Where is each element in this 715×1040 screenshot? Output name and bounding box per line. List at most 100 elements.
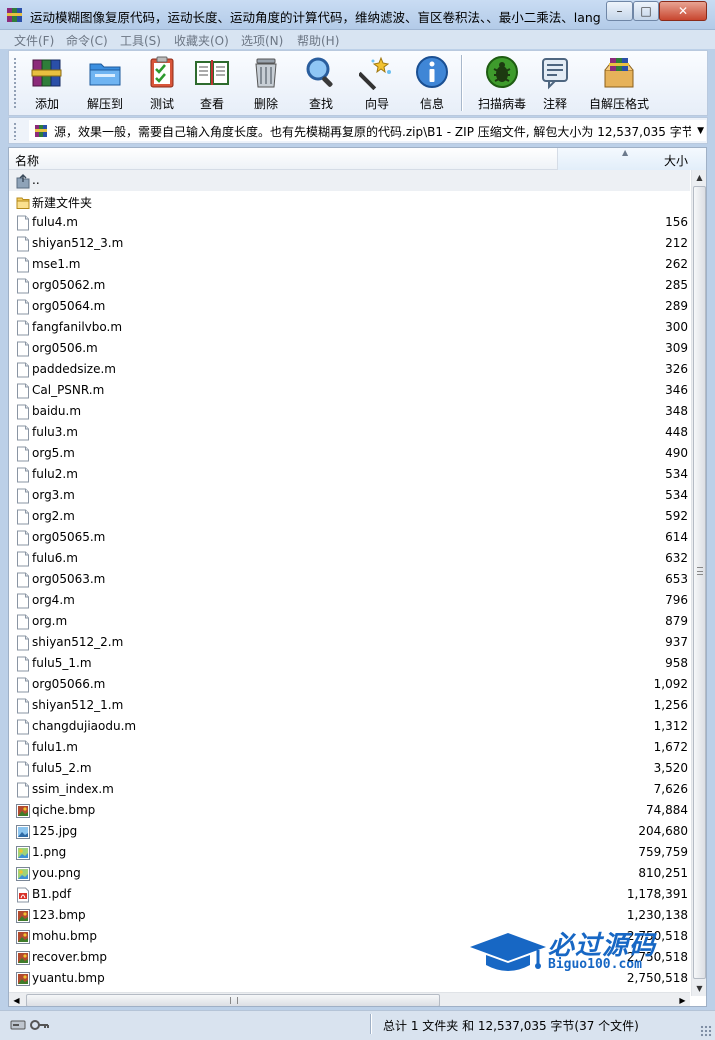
address-dropdown-icon[interactable]: ▼ — [697, 126, 704, 136]
file-row[interactable]: B1.pdf 1,178,391 — [9, 884, 690, 905]
sfx-label: 自解压格式 — [588, 97, 649, 111]
file-row[interactable]: changdujiaodu.m 1,312 — [9, 716, 690, 737]
file-row[interactable]: shiyan512_3.m 212 — [9, 233, 690, 254]
file-row[interactable]: shiyan512_1.m 1,256 — [9, 695, 690, 716]
text-file-icon — [16, 698, 30, 714]
file-row[interactable]: org2.m 592 — [9, 506, 690, 527]
file-row[interactable]: org05063.m 653 — [9, 569, 690, 590]
file-row[interactable]: fangfanilvbo.m 300 — [9, 317, 690, 338]
file-size: 300 — [665, 320, 688, 334]
file-row[interactable]: org05062.m 285 — [9, 275, 690, 296]
horizontal-scrollbar[interactable]: ◀ ▶ — [9, 992, 690, 1006]
drive-key-icon[interactable] — [10, 1019, 50, 1031]
file-row[interactable]: org05065.m 614 — [9, 527, 690, 548]
file-row[interactable]: org3.m 534 — [9, 485, 690, 506]
close-button[interactable]: ✕ — [659, 1, 707, 21]
column-header-name[interactable]: 名称 — [15, 152, 39, 169]
file-row[interactable]: org4.m 796 — [9, 590, 690, 611]
file-row[interactable]: fulu4.m 156 — [9, 212, 690, 233]
parent-folder-row[interactable]: .. — [9, 170, 690, 191]
wizard-button[interactable]: 向导 — [349, 54, 405, 112]
file-row[interactable]: org5.m 490 — [9, 443, 690, 464]
text-file-icon — [16, 236, 30, 252]
file-row[interactable]: Cal_PSNR.m 346 — [9, 380, 690, 401]
vertical-scrollbar[interactable]: ▲ ▼ — [691, 170, 706, 996]
find-button[interactable]: 查找 — [293, 54, 349, 112]
file-row[interactable]: shiyan512_2.m 937 — [9, 632, 690, 653]
resize-grip-icon[interactable] — [700, 1025, 712, 1037]
text-file-icon — [16, 257, 30, 273]
toolbar: 添加 解压到 测试 查看 删除 查找 向导 信息 扫描病毒 注释 自解压格式 — [8, 50, 708, 116]
text-file-icon — [16, 467, 30, 483]
maximize-button[interactable]: □ — [633, 1, 659, 21]
file-row[interactable]: baidu.m 348 — [9, 401, 690, 422]
virus-scan-button[interactable]: 扫描病毒 — [469, 54, 535, 112]
text-file-icon — [16, 320, 30, 336]
file-name: org05066.m — [32, 677, 106, 691]
file-row[interactable]: fulu1.m 1,672 — [9, 737, 690, 758]
checklist-icon — [150, 56, 174, 88]
file-size: 632 — [665, 551, 688, 565]
status-summary: 总计 1 文件夹 和 12,537,035 字节(37 个文件) — [383, 1019, 639, 1033]
file-row[interactable]: fulu3.m 448 — [9, 422, 690, 443]
info-button[interactable]: 信息 — [404, 54, 460, 112]
comment-button[interactable]: 注释 — [527, 54, 583, 112]
scroll-right-icon[interactable]: ▶ — [675, 993, 690, 1006]
file-row[interactable]: org.m 879 — [9, 611, 690, 632]
file-row[interactable]: 1.png 759,759 — [9, 842, 690, 863]
file-size: 1,672 — [653, 740, 688, 754]
test-button[interactable]: 测试 — [134, 54, 190, 112]
menu-file[interactable]: 文件(F) — [14, 32, 54, 49]
horizontal-scroll-thumb[interactable] — [26, 994, 440, 1006]
file-name: qiche.bmp — [32, 803, 96, 817]
minimize-button[interactable]: – — [606, 1, 633, 21]
file-rows: .. 新建文件夹 fulu4.m 156 shiyan512_3.m 212 mse1.m 2… — [9, 170, 690, 989]
file-size: 289 — [665, 299, 688, 313]
file-row[interactable]: fulu2.m 534 — [9, 464, 690, 485]
text-file-icon — [16, 782, 30, 798]
file-row[interactable]: paddedsize.m 326 — [9, 359, 690, 380]
view-button[interactable]: 查看 — [184, 54, 240, 112]
file-name: .. — [32, 173, 40, 187]
file-name: org05062.m — [32, 278, 106, 292]
text-file-icon — [16, 677, 30, 693]
toolbar-grip[interactable] — [13, 57, 17, 109]
file-row[interactable]: ssim_index.m 7,626 — [9, 779, 690, 800]
file-row[interactable]: qiche.bmp 74,884 — [9, 800, 690, 821]
address-bar-grip[interactable] — [13, 122, 17, 140]
column-header-size[interactable]: 大小 — [664, 152, 688, 169]
column-header-size-area[interactable]: ▲ 大小 — [557, 148, 706, 170]
winrar-app-icon[interactable] — [6, 6, 24, 24]
address-field[interactable]: 源，效果一般，需要自己输入角度长度。也有先模糊再复原的代码.zip\B1 - Z… — [29, 120, 706, 141]
menu-options[interactable]: 选项(N) — [241, 32, 283, 49]
folder-row[interactable]: 新建文件夹 — [9, 191, 690, 212]
file-row[interactable]: fulu5_2.m 3,520 — [9, 758, 690, 779]
file-row[interactable]: org05066.m 1,092 — [9, 674, 690, 695]
file-size: 346 — [665, 383, 688, 397]
file-size: 74,884 — [646, 803, 688, 817]
extract-button[interactable]: 解压到 — [77, 54, 133, 112]
file-row[interactable]: org05064.m 289 — [9, 296, 690, 317]
add-button[interactable]: 添加 — [19, 54, 75, 112]
file-row[interactable]: org0506.m 309 — [9, 338, 690, 359]
menu-tools[interactable]: 工具(S) — [120, 32, 161, 49]
scroll-left-icon[interactable]: ◀ — [9, 993, 24, 1006]
file-size: 759,759 — [638, 845, 688, 859]
menu-help[interactable]: 帮助(H) — [297, 32, 339, 49]
scroll-down-icon[interactable]: ▼ — [692, 981, 706, 996]
file-row[interactable]: fulu6.m 632 — [9, 548, 690, 569]
file-row[interactable]: fulu5_1.m 958 — [9, 653, 690, 674]
file-name: 125.jpg — [32, 824, 78, 838]
file-row[interactable]: mse1.m 262 — [9, 254, 690, 275]
vertical-scroll-thumb[interactable] — [693, 186, 706, 979]
folder-icon — [16, 194, 30, 210]
file-name: shiyan512_2.m — [32, 635, 124, 649]
file-row[interactable]: you.png 810,251 — [9, 863, 690, 884]
file-row[interactable]: 123.bmp 1,230,138 — [9, 905, 690, 926]
delete-button[interactable]: 删除 — [238, 54, 294, 112]
file-row[interactable]: 125.jpg 204,680 — [9, 821, 690, 842]
sfx-button[interactable]: 自解压格式 — [583, 54, 655, 112]
scroll-up-icon[interactable]: ▲ — [692, 170, 706, 185]
menu-favorites[interactable]: 收藏夹(O) — [174, 32, 229, 49]
menu-commands[interactable]: 命令(C) — [66, 32, 108, 49]
